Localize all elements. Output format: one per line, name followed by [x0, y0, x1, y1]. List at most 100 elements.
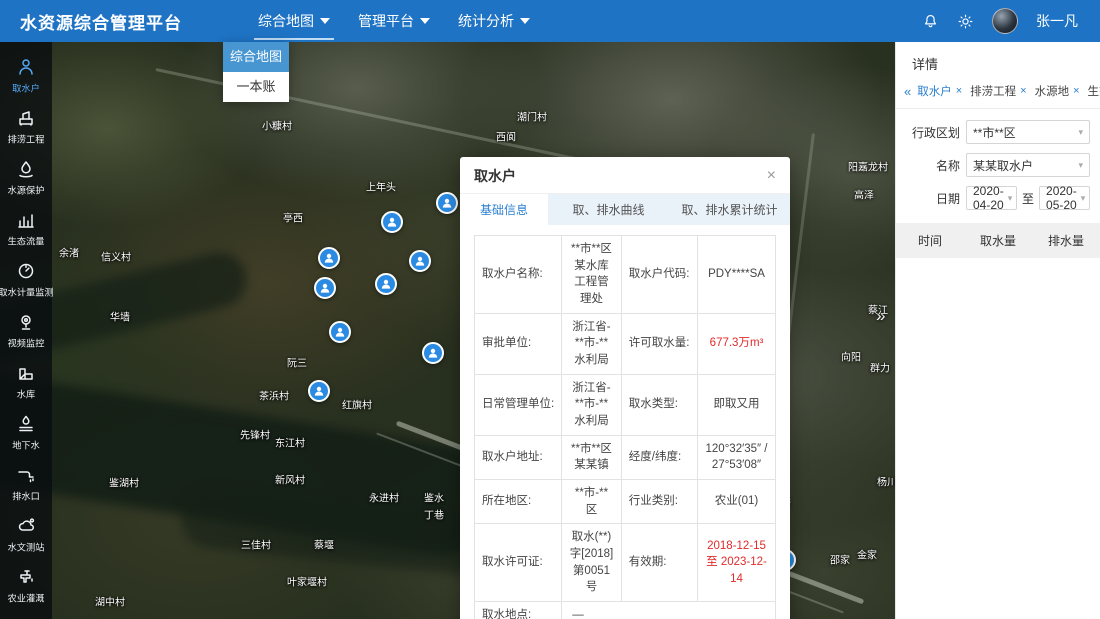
nav-menu-label: 管理平台: [358, 11, 414, 31]
place-label: 蔡堰: [314, 537, 334, 552]
place-label: 上年头: [366, 179, 396, 194]
water-user-marker[interactable]: [314, 277, 336, 299]
tabs-scroll-left-icon[interactable]: «: [904, 84, 911, 99]
dropdown-item-2[interactable]: 一本账: [223, 72, 289, 102]
field-value: 农业(01): [698, 480, 776, 524]
close-icon[interactable]: ×: [767, 168, 776, 184]
close-icon[interactable]: ×: [1073, 85, 1079, 97]
detail-panel: 详情 «取水户×排涝工程×水源地×生态流▾ 行政区划 **市**区▾ 名称 某某…: [895, 42, 1100, 619]
place-label: 群力: [870, 360, 890, 375]
sidebar-item-生态流量[interactable]: 生态流量: [0, 205, 52, 253]
sidebar-item-水文测站[interactable]: 水文测站: [0, 511, 52, 559]
detail-tab-排涝工程[interactable]: 排涝工程 ×: [967, 83, 1029, 99]
sidebar-item-取水计量监测[interactable]: 取水计量监测: [0, 256, 52, 304]
chevron-down-icon: [520, 18, 530, 24]
bell-icon[interactable]: [922, 13, 939, 30]
detail-panel-title: 详情: [896, 42, 1100, 83]
water-user-marker[interactable]: [375, 273, 397, 295]
close-icon[interactable]: ×: [1020, 85, 1026, 97]
result-column-header: 排水量: [1032, 232, 1100, 249]
sidebar-item-排水口[interactable]: 排水口: [0, 460, 52, 508]
dropdown-item-1[interactable]: 综合地图: [223, 42, 289, 72]
water-user-marker[interactable]: [422, 342, 444, 364]
place-label: 邵家: [830, 552, 850, 567]
place-label: 鉴湖村: [109, 475, 139, 490]
region-select[interactable]: **市**区▾: [966, 120, 1090, 144]
sidebar-item-label: 生态流量: [8, 234, 45, 248]
popup-tab-3[interactable]: 取、排水累计统计: [669, 194, 790, 225]
basic-info-table: 取水户名称:**市**区某水库 工程管理处取水户代码:PDY****SA审批单位…: [474, 235, 776, 619]
date-from-select[interactable]: 2020-04-20▾: [966, 186, 1017, 210]
field-value: 2018-12-15至 2023-12-14: [698, 524, 776, 602]
nav-menu-3[interactable]: 统计分析: [444, 0, 544, 42]
close-icon[interactable]: ×: [956, 85, 962, 97]
meter-icon: [16, 261, 36, 281]
sidebar-item-取水户[interactable]: 取水户: [0, 52, 52, 100]
irrigation-icon: [16, 567, 36, 587]
detail-tab-生态流[interactable]: 生态流▾: [1085, 83, 1100, 99]
water-user-marker[interactable]: [381, 211, 403, 233]
detail-tab-label: 生态流: [1088, 83, 1100, 99]
info-row: 取水地点:—: [475, 602, 776, 619]
user-avatar[interactable]: [992, 8, 1018, 34]
popup-title: 取水户: [474, 166, 516, 186]
place-label: 信义村: [101, 249, 131, 264]
date-to-word: 至: [1022, 190, 1034, 207]
user-name[interactable]: 张一凡: [1036, 11, 1078, 31]
sidebar-item-水源保护[interactable]: 水源保护: [0, 154, 52, 202]
sidebar-item-label: 排涝工程: [8, 132, 45, 146]
popup-tab-2[interactable]: 取、排水曲线: [548, 194, 669, 225]
layer-sidebar: 取水户排涝工程水源保护生态流量取水计量监测视频监控水库地下水排水口水文测站农业灌…: [0, 42, 52, 619]
info-row: 取水户地址:**市**区某某镇经度/纬度:120°32′35″ / 27°53′…: [475, 435, 776, 479]
date-to-select[interactable]: 2020-05-20▾: [1039, 186, 1090, 210]
name-select[interactable]: 某某取水户▾: [966, 153, 1090, 177]
nav-menu-1[interactable]: 综合地图: [244, 0, 344, 42]
sidebar-item-排涝工程[interactable]: 排涝工程: [0, 103, 52, 151]
detail-tab-label: 排涝工程: [970, 83, 1016, 99]
place-label: 向阳: [841, 349, 861, 364]
field-label: 取水地点:: [475, 602, 562, 619]
chevron-down-icon: ▾: [1078, 127, 1083, 138]
app-title: 水资源综合管理平台: [20, 9, 182, 34]
place-label: 金家: [857, 547, 877, 562]
field-value: 即取又用: [698, 374, 776, 435]
info-row: 取水许可证:取水(**)字[2018] 第0051号有效期:2018-12-15…: [475, 524, 776, 602]
outlet-icon: [16, 465, 36, 485]
sidebar-item-水功能区[interactable]: 水功能区: [0, 613, 52, 619]
detail-tab-取水户[interactable]: 取水户 ×: [914, 83, 965, 99]
map-menu-dropdown: 综合地图一本账: [223, 42, 289, 102]
detail-tab-水源地[interactable]: 水源地×: [1032, 83, 1083, 99]
dam-icon: [16, 363, 36, 383]
sidebar-item-label: 水源保护: [8, 183, 45, 197]
field-value: 120°32′35″ / 27°53′08″: [698, 435, 776, 479]
result-column-header: 时间: [896, 232, 964, 249]
nav-menu-2[interactable]: 管理平台: [344, 0, 444, 42]
place-label: 红旗村: [342, 397, 372, 412]
place-label: 阳嘉龙村: [848, 159, 888, 174]
popup-tab-1[interactable]: 基础信息: [460, 194, 548, 225]
field-label: 审批单位:: [475, 313, 562, 374]
water-user-marker[interactable]: [308, 380, 330, 402]
water-user-marker[interactable]: [436, 192, 458, 214]
place-label: 杨川: [877, 474, 895, 489]
water-user-marker[interactable]: [409, 250, 431, 272]
field-value: —: [562, 602, 776, 619]
place-label: 亭西: [283, 210, 303, 225]
sidebar-item-label: 取水计量监测: [0, 285, 54, 299]
place-label: 丁巷: [424, 507, 444, 522]
field-label: 取水户代码:: [621, 236, 697, 314]
name-label: 名称: [906, 157, 960, 174]
water-user-marker[interactable]: [318, 247, 340, 269]
sidebar-item-视频监控[interactable]: 视频监控: [0, 307, 52, 355]
detail-tab-label: 取水户: [917, 83, 952, 99]
sidebar-item-水库[interactable]: 水库: [0, 358, 52, 406]
chevron-down-icon: [320, 18, 330, 24]
sidebar-item-农业灌溉[interactable]: 农业灌溉: [0, 562, 52, 610]
sidebar-item-地下水[interactable]: 地下水: [0, 409, 52, 457]
gear-icon[interactable]: [957, 13, 974, 30]
info-row: 取水户名称:**市**区某水库 工程管理处取水户代码:PDY****SA: [475, 236, 776, 314]
detail-tab-label: 水源地: [1035, 83, 1070, 99]
field-value: 取水(**)字[2018] 第0051号: [562, 524, 622, 602]
water-user-marker[interactable]: [329, 321, 351, 343]
water-user-popup: 取水户 × 基础信息取、排水曲线取、排水累计统计 取水户名称:**市**区某水库…: [460, 157, 790, 619]
